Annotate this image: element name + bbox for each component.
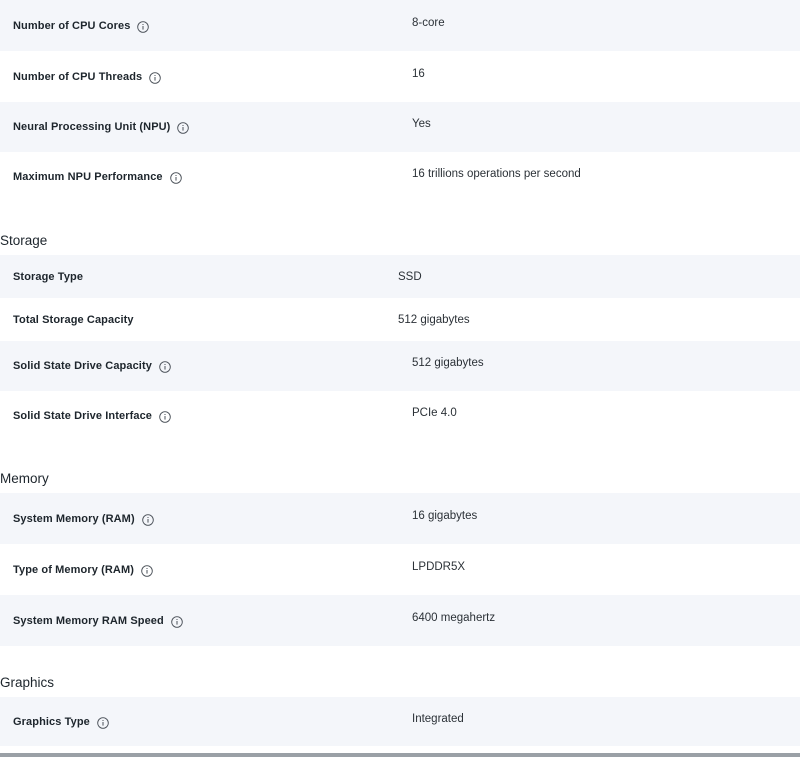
spec-row-ram: System Memory (RAM) 16 gigabytes xyxy=(0,493,800,544)
spec-row-total-storage: Total Storage Capacity 512 gigabytes xyxy=(0,298,800,341)
bottom-divider xyxy=(0,753,800,757)
spec-value: 16 gigabytes xyxy=(412,509,478,522)
spec-label: Neural Processing Unit (NPU) xyxy=(0,121,412,134)
info-circle-icon[interactable] xyxy=(171,615,183,628)
spec-value: Yes xyxy=(412,118,431,130)
processor-section: Number of CPU Cores 8-core Number of CPU… xyxy=(0,0,800,202)
section-title-memory: Memory xyxy=(0,471,49,486)
spec-row-ssd-interface: Solid State Drive Interface PCIe 4.0 xyxy=(0,391,800,441)
spec-label: Storage Type xyxy=(0,271,398,283)
spec-label: System Memory (RAM) xyxy=(0,512,412,526)
spec-label: Type of Memory (RAM) xyxy=(0,563,412,577)
spec-label: System Memory RAM Speed xyxy=(0,614,412,628)
spec-label: Total Storage Capacity xyxy=(0,314,398,326)
spec-row-ssd-capacity: Solid State Drive Capacity 512 gigabytes xyxy=(0,341,800,391)
info-circle-icon[interactable] xyxy=(169,172,182,184)
spec-label-text: Maximum NPU Performance xyxy=(13,171,163,183)
memory-section: Memory System Memory (RAM) 16 gigabytes … xyxy=(0,465,800,646)
spec-label-text: Number of CPU Cores xyxy=(13,19,131,32)
info-circle-icon[interactable] xyxy=(97,716,109,729)
spec-value: 16 xyxy=(412,67,425,80)
spec-label: Solid State Drive Capacity xyxy=(0,360,412,373)
spec-row-ram-speed: System Memory RAM Speed 6400 megahertz xyxy=(0,595,800,646)
info-circle-icon[interactable] xyxy=(149,71,161,84)
spec-row-graphics-type: Graphics Type Integrated xyxy=(0,697,800,746)
section-title-graphics: Graphics xyxy=(0,675,55,690)
spec-value: 512 gigabytes xyxy=(398,313,470,326)
info-circle-icon[interactable] xyxy=(141,564,153,577)
spec-label: Number of CPU Threads xyxy=(0,70,412,84)
spec-value: 8-core xyxy=(412,16,445,29)
spec-label-text: Neural Processing Unit (NPU) xyxy=(13,121,171,133)
info-circle-icon[interactable] xyxy=(159,361,171,373)
spec-label: Solid State Drive Interface xyxy=(0,410,412,423)
spec-value: 512 gigabytes xyxy=(412,357,484,369)
spec-label-text: System Memory RAM Speed xyxy=(13,614,164,627)
spec-label-text: Solid State Drive Capacity xyxy=(13,360,152,372)
spec-label-text: Storage Type xyxy=(13,270,84,283)
spec-row-ram-type: Type of Memory (RAM) LPDDR5X xyxy=(0,544,800,595)
storage-section: Storage Storage Type SSD Total Storage C… xyxy=(0,227,800,441)
spec-label: Maximum NPU Performance xyxy=(0,171,412,184)
spec-row-npu: Neural Processing Unit (NPU) Yes xyxy=(0,102,800,152)
spec-label: Graphics Type xyxy=(0,715,412,729)
spec-value: PCIe 4.0 xyxy=(412,407,457,419)
spec-label-text: Number of CPU Threads xyxy=(13,70,143,83)
spec-value: 16 trillions operations per second xyxy=(412,168,581,180)
spec-value: SSD xyxy=(398,270,422,283)
info-circle-icon[interactable] xyxy=(159,411,171,423)
spec-label-text: Total Storage Capacity xyxy=(13,313,134,326)
spec-label-text: Solid State Drive Interface xyxy=(13,410,153,422)
spec-label: Number of CPU Cores xyxy=(0,19,412,33)
spec-value: Integrated xyxy=(412,712,464,725)
spec-value: LPDDR5X xyxy=(412,560,466,573)
spec-value: 6400 megahertz xyxy=(412,611,496,624)
spec-row-npu-performance: Maximum NPU Performance 16 trillions ope… xyxy=(0,152,800,202)
info-circle-icon[interactable] xyxy=(141,513,154,526)
spec-row-cpu-threads: Number of CPU Threads 16 xyxy=(0,51,800,102)
spec-row-storage-type: Storage Type SSD xyxy=(0,255,800,298)
section-title-storage: Storage xyxy=(0,233,48,248)
spec-label-text: Type of Memory (RAM) xyxy=(13,563,134,576)
spec-label-text: System Memory (RAM) xyxy=(13,512,135,525)
info-circle-icon[interactable] xyxy=(137,20,150,33)
spec-row-cpu-cores: Number of CPU Cores 8-core xyxy=(0,0,800,51)
graphics-section: Graphics Graphics Type Integrated xyxy=(0,669,800,746)
spec-label-text: Graphics Type xyxy=(13,715,90,728)
info-circle-icon[interactable] xyxy=(177,122,190,134)
